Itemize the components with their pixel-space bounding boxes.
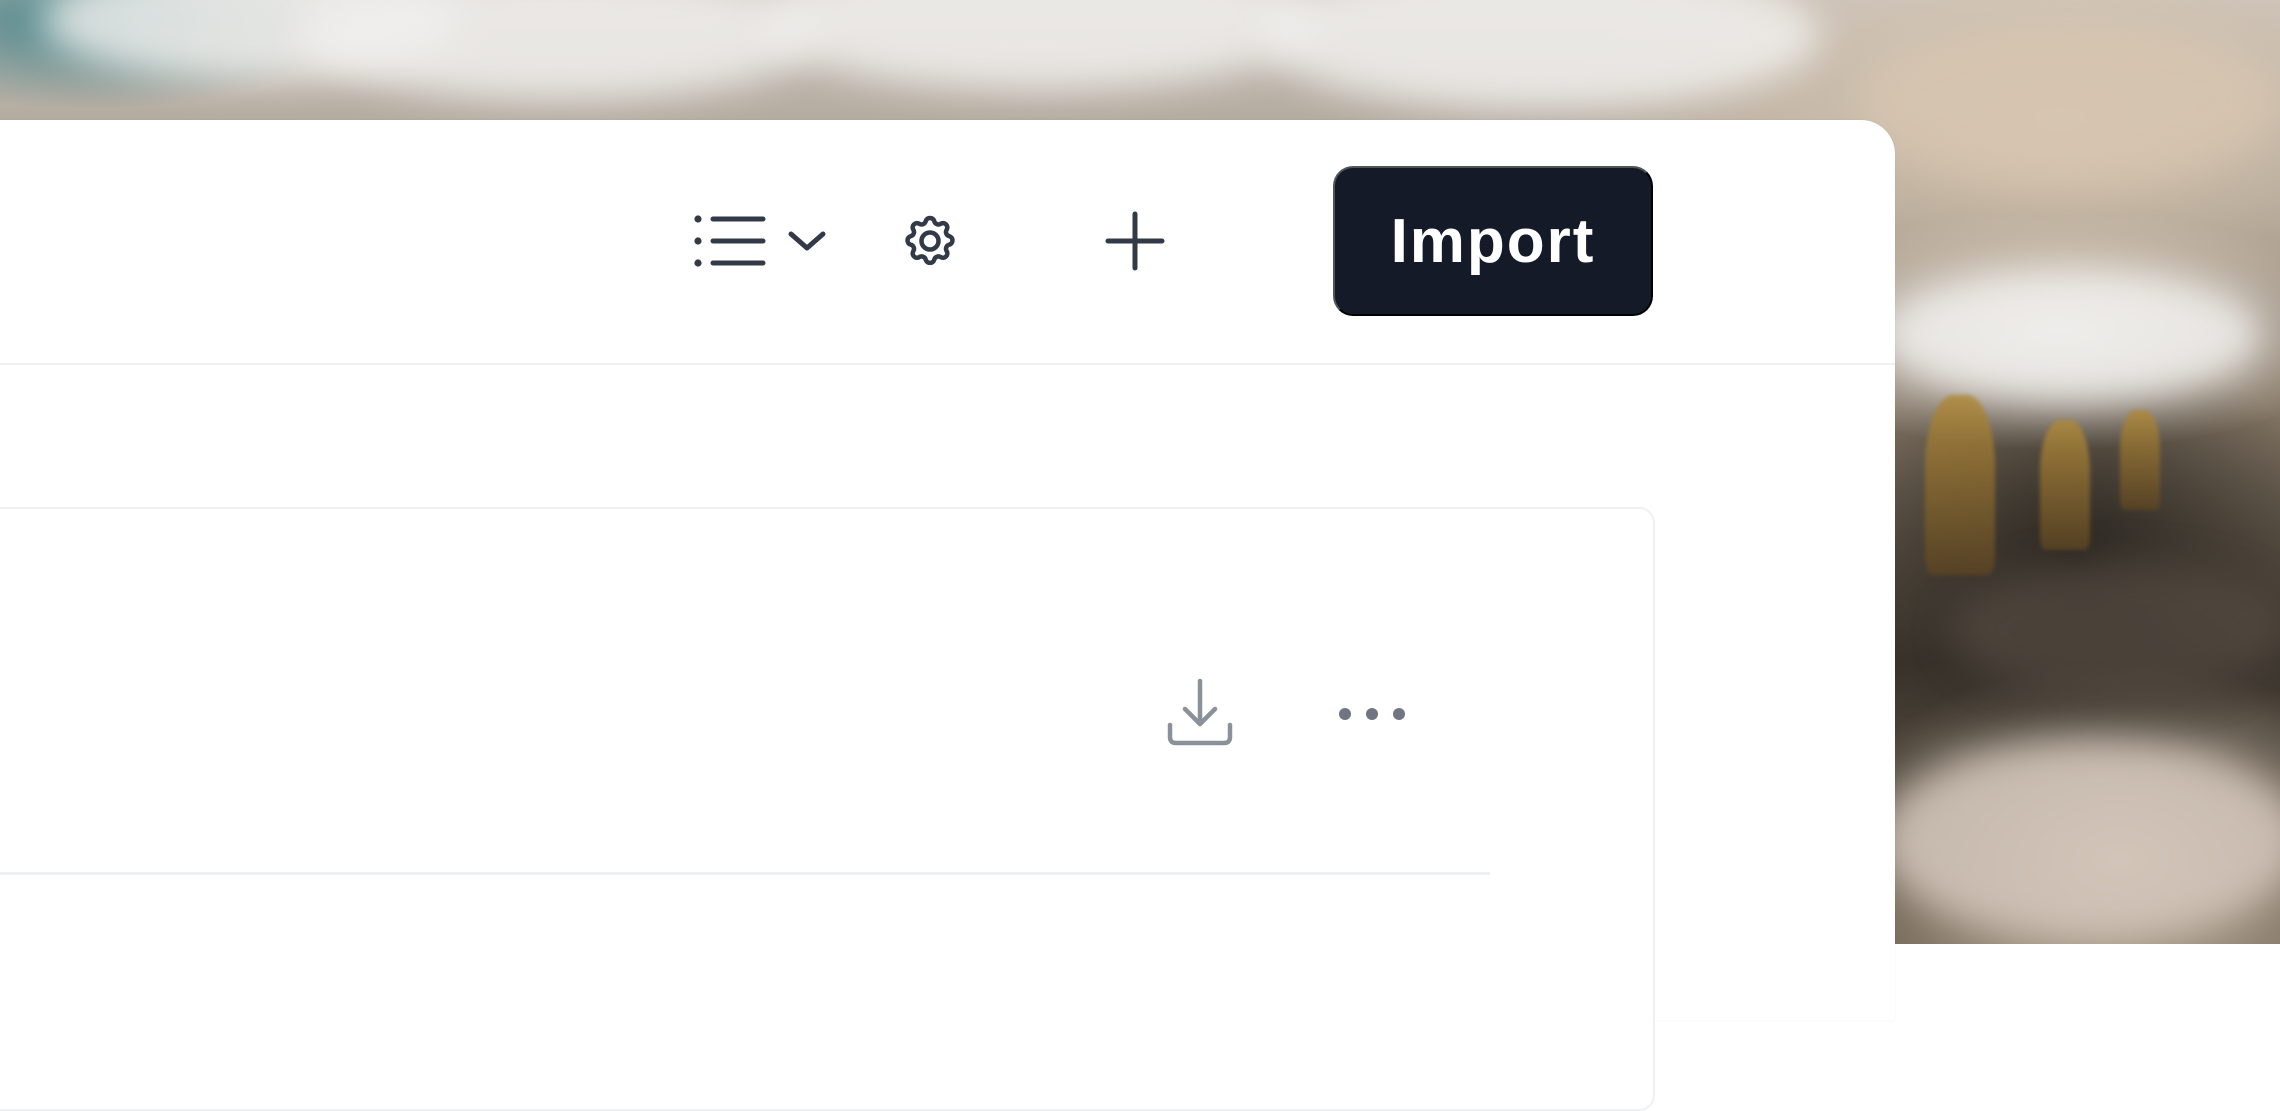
gear-icon <box>896 207 964 275</box>
app-window: Import <box>0 120 1895 1111</box>
add-button[interactable] <box>1090 200 1180 282</box>
download-icon <box>1165 677 1235 747</box>
more-horizontal-icon <box>1337 704 1407 724</box>
settings-button[interactable] <box>885 200 975 282</box>
list-icon <box>693 211 769 271</box>
chevron-down-icon <box>787 226 827 256</box>
more-options-button[interactable] <box>1332 679 1412 749</box>
download-button[interactable] <box>1160 672 1240 752</box>
plus-icon <box>1104 210 1166 272</box>
content-card <box>0 507 1655 1111</box>
list-row <box>0 509 1653 872</box>
toolbar: Import <box>0 120 1895 365</box>
row-divider <box>0 872 1490 875</box>
import-button[interactable]: Import <box>1333 166 1653 316</box>
view-toggle-button[interactable] <box>685 200 835 282</box>
